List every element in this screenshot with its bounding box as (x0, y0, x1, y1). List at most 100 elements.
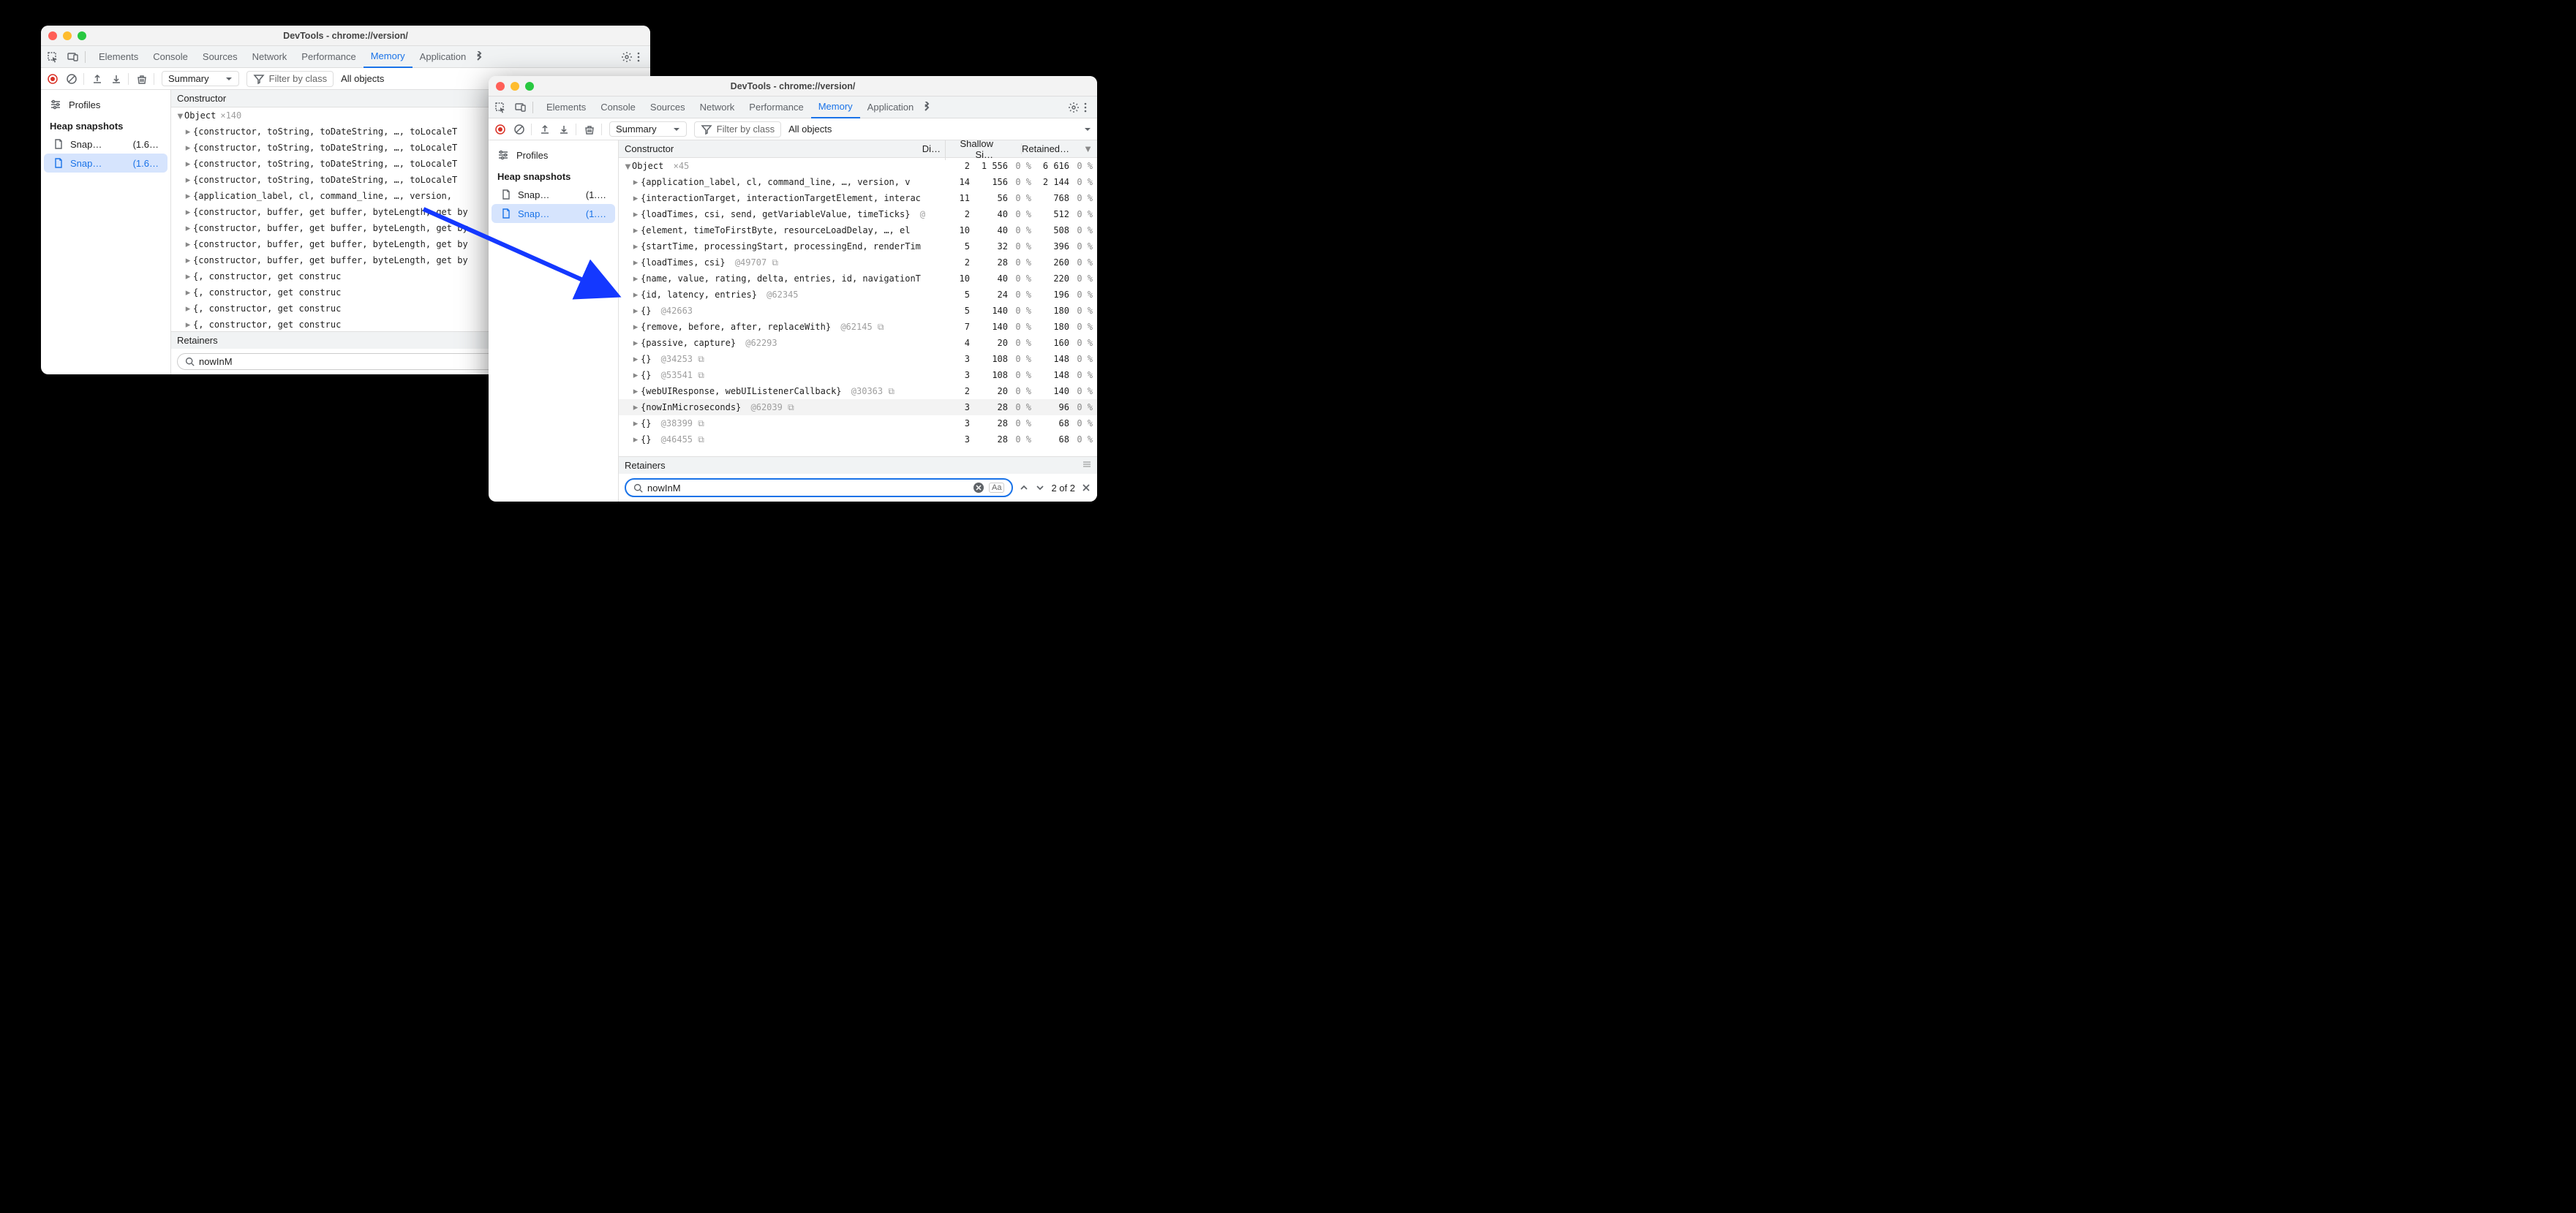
gear-icon[interactable] (621, 51, 633, 63)
close-dot[interactable] (48, 31, 57, 40)
tab-console[interactable]: Console (146, 46, 195, 68)
expand-icon[interactable]: ▸ (184, 158, 192, 170)
tab-elements[interactable]: Elements (91, 46, 146, 68)
tab-sources[interactable]: Sources (195, 46, 245, 68)
tab-sources[interactable]: Sources (643, 97, 693, 118)
search-input[interactable]: nowInM Aa (625, 478, 1013, 497)
heap-row[interactable]: ▸{} @4266351400 %1800 % (619, 303, 1097, 319)
tab-memory[interactable]: Memory (811, 97, 860, 118)
heap-row[interactable]: ▸{application_label, cl, command_line, …… (619, 174, 1097, 190)
snapshot-item-selected[interactable]: Snap… (1.6… (44, 154, 167, 173)
expand-icon[interactable]: ▸ (184, 222, 192, 234)
expand-icon[interactable]: ▸ (632, 241, 639, 252)
expand-icon[interactable]: ▼ (623, 161, 630, 172)
snapshot-item[interactable]: Snap… (1.6… (44, 135, 167, 154)
col-constructor[interactable]: Constructor (619, 143, 919, 154)
minimize-dot[interactable] (63, 31, 72, 40)
close-search-icon[interactable] (1081, 483, 1091, 493)
expand-icon[interactable]: ▸ (184, 271, 192, 282)
expand-icon[interactable]: ▸ (632, 273, 639, 284)
heap-row[interactable]: ▸{remove, before, after, replaceWith} @6… (619, 319, 1097, 335)
expand-icon[interactable]: ▸ (632, 257, 639, 268)
expand-icon[interactable]: ▸ (632, 192, 639, 204)
heap-row[interactable]: ▸{interactionTarget, interactionTargetEl… (619, 190, 1097, 206)
heap-row[interactable]: ▸{} @38399 ⧉3280 %680 % (619, 415, 1097, 431)
gear-icon[interactable] (1068, 102, 1080, 113)
snapshot-item-selected[interactable]: Snap… (1.… (492, 204, 615, 223)
heap-row[interactable]: ▸{} @53541 ⧉31080 %1480 % (619, 367, 1097, 383)
heap-row[interactable]: ▸{loadTimes, csi} @49707 ⧉2280 %2600 % (619, 254, 1097, 271)
heap-row[interactable]: ▸{} @34253 ⧉31080 %1480 % (619, 351, 1097, 367)
clear-search-icon[interactable] (973, 482, 984, 494)
kebab-icon[interactable] (633, 51, 644, 63)
kebab-icon[interactable] (1080, 102, 1091, 113)
summary-select[interactable]: Summary (609, 121, 687, 137)
gc-icon[interactable] (136, 73, 148, 85)
all-objects-select[interactable]: All objects (788, 124, 832, 135)
tab-application[interactable]: Application (413, 46, 474, 68)
expand-icon[interactable]: ▸ (632, 369, 639, 381)
filter-input[interactable]: Filter by class (246, 71, 334, 87)
more-tabs-icon[interactable] (473, 51, 485, 63)
hamburger-icon[interactable] (1082, 460, 1091, 469)
expand-icon[interactable]: ▸ (632, 176, 639, 188)
col-distance[interactable]: Di… (919, 143, 945, 154)
load-icon[interactable] (91, 73, 103, 85)
expand-icon[interactable]: ▸ (184, 303, 192, 314)
inspect-icon[interactable] (494, 102, 506, 113)
expand-icon[interactable]: ▸ (184, 126, 192, 137)
minimize-dot[interactable] (511, 82, 519, 91)
clear-icon[interactable] (513, 124, 525, 135)
tab-elements[interactable]: Elements (539, 97, 593, 118)
tab-application[interactable]: Application (860, 97, 922, 118)
expand-icon[interactable]: ▸ (184, 238, 192, 250)
expand-icon[interactable]: ▸ (632, 305, 639, 317)
device-icon[interactable] (67, 51, 79, 63)
tab-memory[interactable]: Memory (364, 46, 413, 68)
tab-console[interactable]: Console (593, 97, 643, 118)
expand-icon[interactable]: ▸ (632, 385, 639, 397)
heap-row[interactable]: ▸{nowInMicroseconds} @62039 ⧉3280 %960 % (619, 399, 1097, 415)
record-icon[interactable] (494, 124, 506, 135)
tab-network[interactable]: Network (693, 97, 742, 118)
filter-input[interactable]: Filter by class (694, 121, 781, 137)
save-icon[interactable] (110, 73, 122, 85)
heap-row[interactable]: ▸{loadTimes, csi, send, getVariableValue… (619, 206, 1097, 222)
heap-row[interactable]: ▸{id, latency, entries} @623455240 %1960… (619, 287, 1097, 303)
tab-network[interactable]: Network (245, 46, 295, 68)
expand-icon[interactable]: ▸ (632, 401, 639, 413)
expand-icon[interactable]: ▸ (184, 174, 192, 186)
heap-row[interactable]: ▸{webUIResponse, webUIListenerCallback} … (619, 383, 1097, 399)
col-retained[interactable]: Retained… (1021, 143, 1072, 154)
expand-icon[interactable]: ▸ (632, 224, 639, 236)
match-case-toggle[interactable]: Aa (989, 483, 1004, 493)
expand-icon[interactable]: ▸ (632, 337, 639, 349)
expand-icon[interactable]: ▸ (184, 190, 192, 202)
expand-icon[interactable]: ▸ (632, 289, 639, 301)
snapshot-item[interactable]: Snap… (1.… (492, 185, 615, 204)
chevron-down-icon[interactable] (1084, 126, 1091, 133)
sliders-icon[interactable] (50, 99, 61, 110)
heap-row[interactable]: ▸{startTime, processingStart, processing… (619, 238, 1097, 254)
device-icon[interactable] (515, 102, 527, 113)
zoom-dot[interactable] (78, 31, 86, 40)
expand-icon[interactable]: ▸ (184, 254, 192, 266)
heap-row[interactable]: ▸{} @46455 ⧉3280 %680 % (619, 431, 1097, 447)
gc-icon[interactable] (584, 124, 595, 135)
load-icon[interactable] (539, 124, 551, 135)
save-icon[interactable] (558, 124, 570, 135)
tab-performance[interactable]: Performance (294, 46, 363, 68)
expand-icon[interactable]: ▸ (184, 287, 192, 298)
summary-select[interactable]: Summary (162, 71, 239, 86)
heap-row[interactable]: ▸{element, timeToFirstByte, resourceLoad… (619, 222, 1097, 238)
all-objects-select[interactable]: All objects (341, 73, 384, 84)
heap-row[interactable]: ▸{name, value, rating, delta, entries, i… (619, 271, 1097, 287)
record-icon[interactable] (47, 73, 59, 85)
heap-row[interactable]: ▸{passive, capture} @622934200 %1600 % (619, 335, 1097, 351)
expand-icon[interactable]: ▸ (184, 142, 192, 154)
row-object-root[interactable]: ▼ Object ×45 2 1 556 0 % 6 616 0 % (619, 158, 1097, 174)
expand-icon[interactable]: ▼ (176, 110, 183, 121)
expand-icon[interactable]: ▸ (632, 208, 639, 220)
expand-icon[interactable]: ▸ (632, 321, 639, 333)
next-match-icon[interactable] (1035, 483, 1045, 493)
